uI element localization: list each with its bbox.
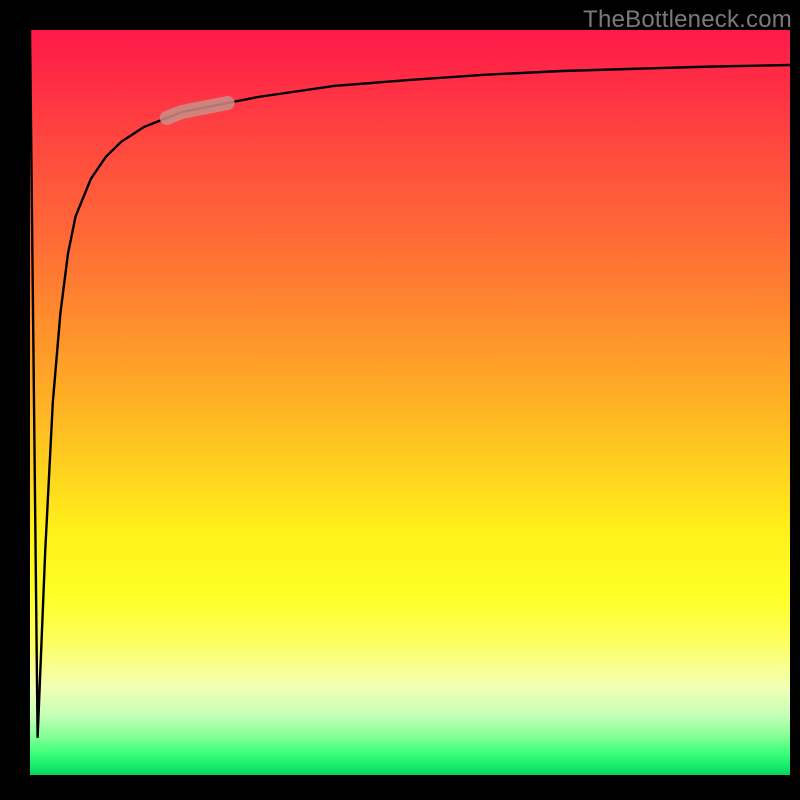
chart-stage: TheBottleneck.com: [0, 0, 800, 800]
curve-svg: [30, 30, 790, 775]
bottleneck-curve: [30, 30, 790, 738]
plot-area: [30, 30, 790, 775]
curve-marker: [167, 103, 228, 118]
